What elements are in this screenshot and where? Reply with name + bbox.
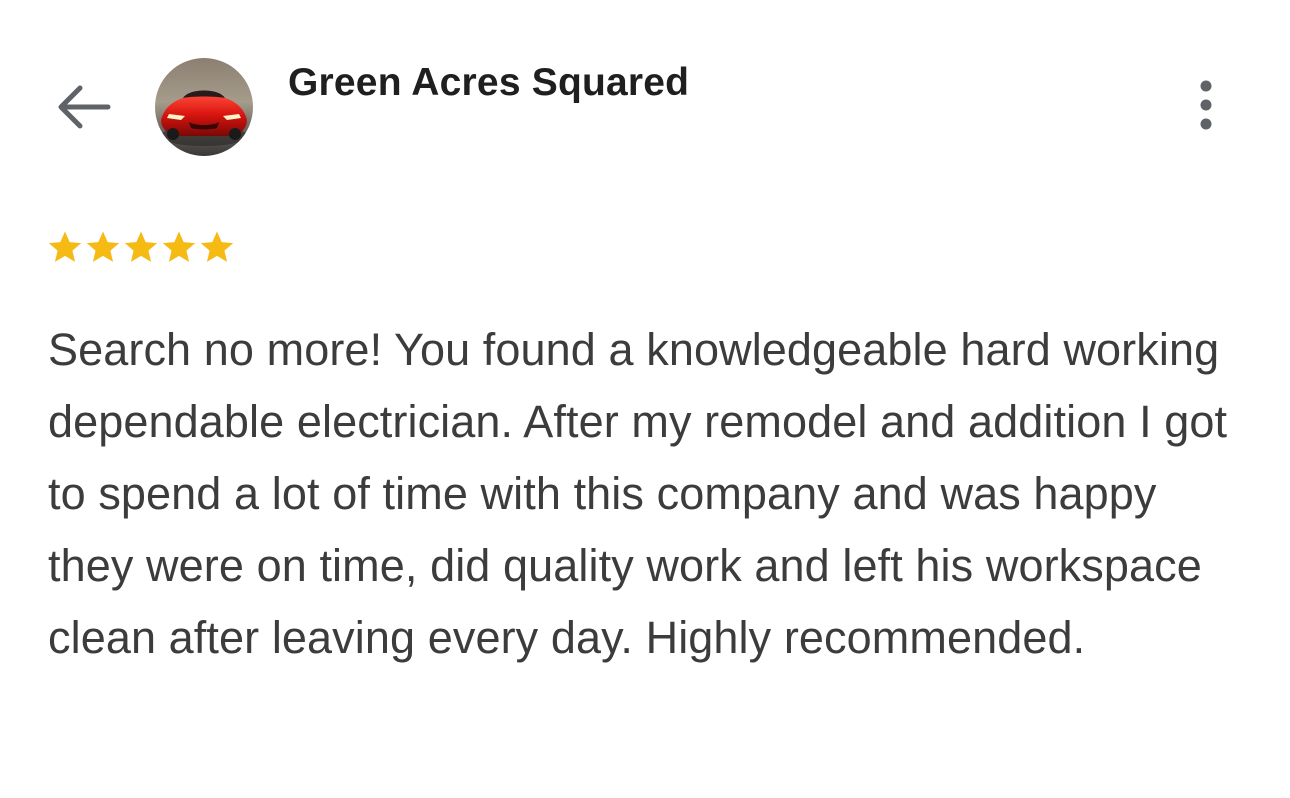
star-icon (162, 231, 196, 262)
star-icon (48, 231, 82, 262)
review-header: Green Acres Squared (0, 0, 1290, 180)
review-text: Search no more! You found a knowledgeabl… (48, 324, 1228, 663)
star-rating (46, 226, 236, 270)
star-icon (200, 231, 234, 262)
star-icon (86, 231, 120, 262)
star-icon (124, 231, 158, 262)
more-options-button[interactable] (1184, 76, 1228, 136)
arrow-left-icon (58, 85, 111, 129)
red-sports-car-avatar (155, 58, 253, 156)
author-name[interactable]: Green Acres Squared (288, 60, 689, 106)
more-vertical-icon (1200, 80, 1212, 130)
back-button[interactable] (52, 80, 114, 134)
avatar[interactable] (155, 58, 253, 156)
